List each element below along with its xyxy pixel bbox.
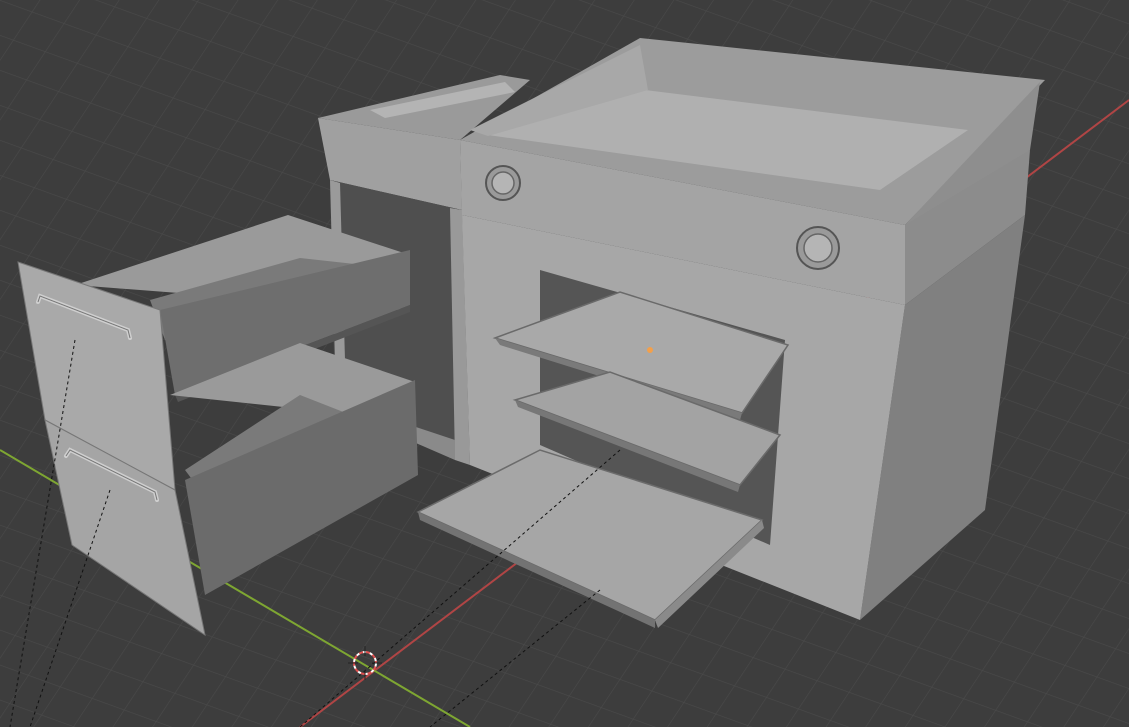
knob-right[interactable] [796, 226, 840, 270]
3d-viewport[interactable] [0, 0, 1129, 727]
viewport-canvas[interactable] [0, 0, 1129, 727]
object-origin-dot[interactable] [647, 347, 653, 353]
knob-left[interactable] [485, 165, 521, 201]
griddle-oven[interactable] [416, 38, 1045, 628]
